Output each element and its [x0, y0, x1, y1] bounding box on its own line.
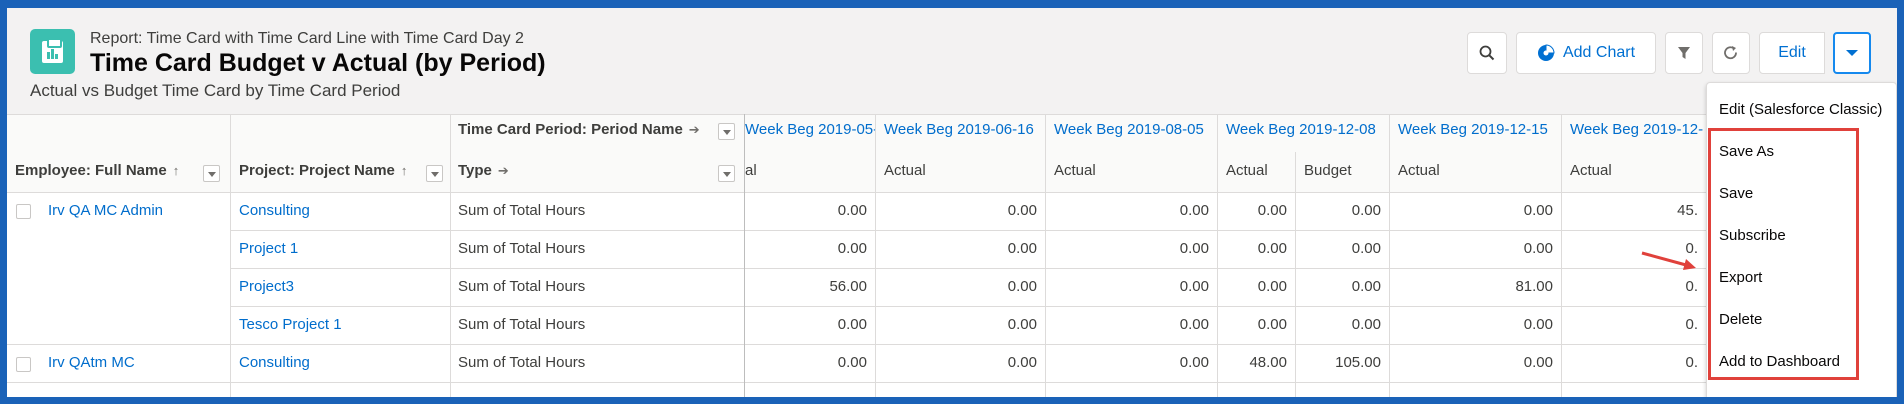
- value-cell: 0.00: [1523, 202, 1553, 219]
- employee-group-header: Employee: Full Name ↑: [15, 162, 180, 179]
- value-cell: 0.00: [1007, 354, 1037, 371]
- value-cell: 0.00: [1257, 278, 1287, 295]
- value-cell: 0.: [1685, 354, 1698, 371]
- add-chart-label: Add Chart: [1562, 44, 1636, 61]
- value-cell: 0.00: [837, 354, 867, 371]
- value-cell: 0.00: [1179, 354, 1209, 371]
- type-cell: Sum of Total Hours: [458, 202, 586, 219]
- annotation-highlight-box: [1708, 128, 1859, 380]
- value-cell: 56.00: [829, 278, 867, 295]
- project-group-header: Project: Project Name ↑: [239, 162, 408, 179]
- annotation-arrow-icon: [1641, 251, 1696, 270]
- type-label: Actual: [1226, 162, 1268, 179]
- value-cell: 0.: [1685, 316, 1698, 333]
- period-group-header: Time Card Period: Period Name ➔: [458, 121, 700, 138]
- value-cell: 0.00: [837, 202, 867, 219]
- report-description: Actual vs Budget Time Card by Time Card …: [30, 81, 401, 100]
- value-cell: 0.00: [1257, 316, 1287, 333]
- value-cell: 81.00: [1515, 278, 1553, 295]
- value-cell: 0.00: [1007, 278, 1037, 295]
- type-label: Actual: [1398, 162, 1440, 179]
- value-cell: 0.00: [1179, 240, 1209, 257]
- row-checkbox[interactable]: [16, 204, 31, 219]
- report-window: Report: Time Card with Time Card Line wi…: [7, 8, 1897, 397]
- value-cell: 0.00: [1351, 240, 1381, 257]
- value-cell: 0.00: [1351, 202, 1381, 219]
- value-cell: 0.00: [1523, 240, 1553, 257]
- edit-button[interactable]: Edit: [1759, 32, 1825, 74]
- menu-item-edit-classic[interactable]: Edit (Salesforce Classic): [1719, 101, 1882, 118]
- filter-icon: [1678, 47, 1690, 59]
- value-cell: 48.00: [1249, 354, 1287, 371]
- project-link[interactable]: Project 1: [231, 230, 450, 268]
- type-label: Actual: [1054, 162, 1096, 179]
- type-cell: Sum of Total Hours: [458, 354, 586, 371]
- value-cell: 45.: [1677, 202, 1698, 219]
- chart-icon: [1537, 44, 1555, 61]
- refresh-icon: [1724, 46, 1737, 60]
- type-label: Actual: [884, 162, 926, 179]
- page-title: Time Card Budget v Actual (by Period): [90, 49, 546, 77]
- report-header: Report: Time Card with Time Card Line wi…: [7, 8, 1897, 114]
- period-header[interactable]: Week Beg 2019-06-16: [876, 114, 1046, 152]
- period-header-menu[interactable]: [718, 123, 735, 140]
- period-header[interactable]: Week Beg 2019-08-05: [1046, 114, 1218, 152]
- value-cell: 0.00: [837, 316, 867, 333]
- project-link[interactable]: Tesco Project 1: [231, 306, 450, 344]
- period-header[interactable]: Week Beg 2019-05-05: [745, 114, 876, 152]
- value-cell: 0.00: [1257, 240, 1287, 257]
- value-cell: 0.00: [1257, 202, 1287, 219]
- value-cell: 0.00: [1179, 278, 1209, 295]
- value-cell: 0.00: [1007, 316, 1037, 333]
- edit-label: Edit: [1778, 44, 1806, 61]
- type-cell: Sum of Total Hours: [458, 278, 586, 295]
- filter-button[interactable]: [1665, 32, 1703, 74]
- search-icon: [1479, 45, 1495, 61]
- report-table: Time Card Period: Period Name ➔ Week Beg …: [7, 114, 1897, 397]
- value-cell: 0.00: [1351, 278, 1381, 295]
- value-cell: 0.00: [1179, 316, 1209, 333]
- report-type-label: Report: Time Card with Time Card Line wi…: [90, 30, 524, 47]
- employee-link[interactable]: Irv QAtm MC: [40, 344, 230, 382]
- add-chart-button[interactable]: Add Chart: [1516, 32, 1656, 74]
- chevron-down-icon: [1846, 50, 1858, 56]
- type-header-menu[interactable]: [718, 165, 735, 182]
- period-header[interactable]: Week Beg 2019-12-15: [1390, 114, 1562, 152]
- report-clipboard-icon: [30, 29, 75, 74]
- type-cell: Sum of Total Hours: [458, 316, 586, 333]
- row-checkbox[interactable]: [16, 357, 31, 372]
- more-actions-button[interactable]: [1833, 32, 1871, 74]
- value-cell: 105.00: [1335, 354, 1381, 371]
- employee-link[interactable]: Irv QA MC Admin: [40, 192, 230, 230]
- type-label: Budget: [1304, 162, 1352, 179]
- employee-header-menu[interactable]: [203, 165, 220, 182]
- type-cell: Sum of Total Hours: [458, 240, 586, 257]
- value-cell: 0.00: [1351, 316, 1381, 333]
- value-cell: 0.00: [1179, 202, 1209, 219]
- refresh-button[interactable]: [1712, 32, 1750, 74]
- value-cell: 0.00: [1523, 316, 1553, 333]
- value-cell: 0.00: [1523, 354, 1553, 371]
- value-cell: 0.00: [1007, 240, 1037, 257]
- search-button[interactable]: [1467, 32, 1507, 74]
- type-label: al: [745, 162, 757, 179]
- project-header-menu[interactable]: [426, 165, 443, 182]
- project-link[interactable]: Consulting: [231, 192, 450, 230]
- type-group-header: Type ➔: [458, 162, 509, 179]
- project-link[interactable]: Consulting: [231, 344, 450, 382]
- project-link[interactable]: Project3: [231, 268, 450, 306]
- value-cell: 0.00: [837, 240, 867, 257]
- period-header[interactable]: Week Beg 2019-12-08: [1218, 114, 1390, 152]
- value-cell: 0.00: [1007, 202, 1037, 219]
